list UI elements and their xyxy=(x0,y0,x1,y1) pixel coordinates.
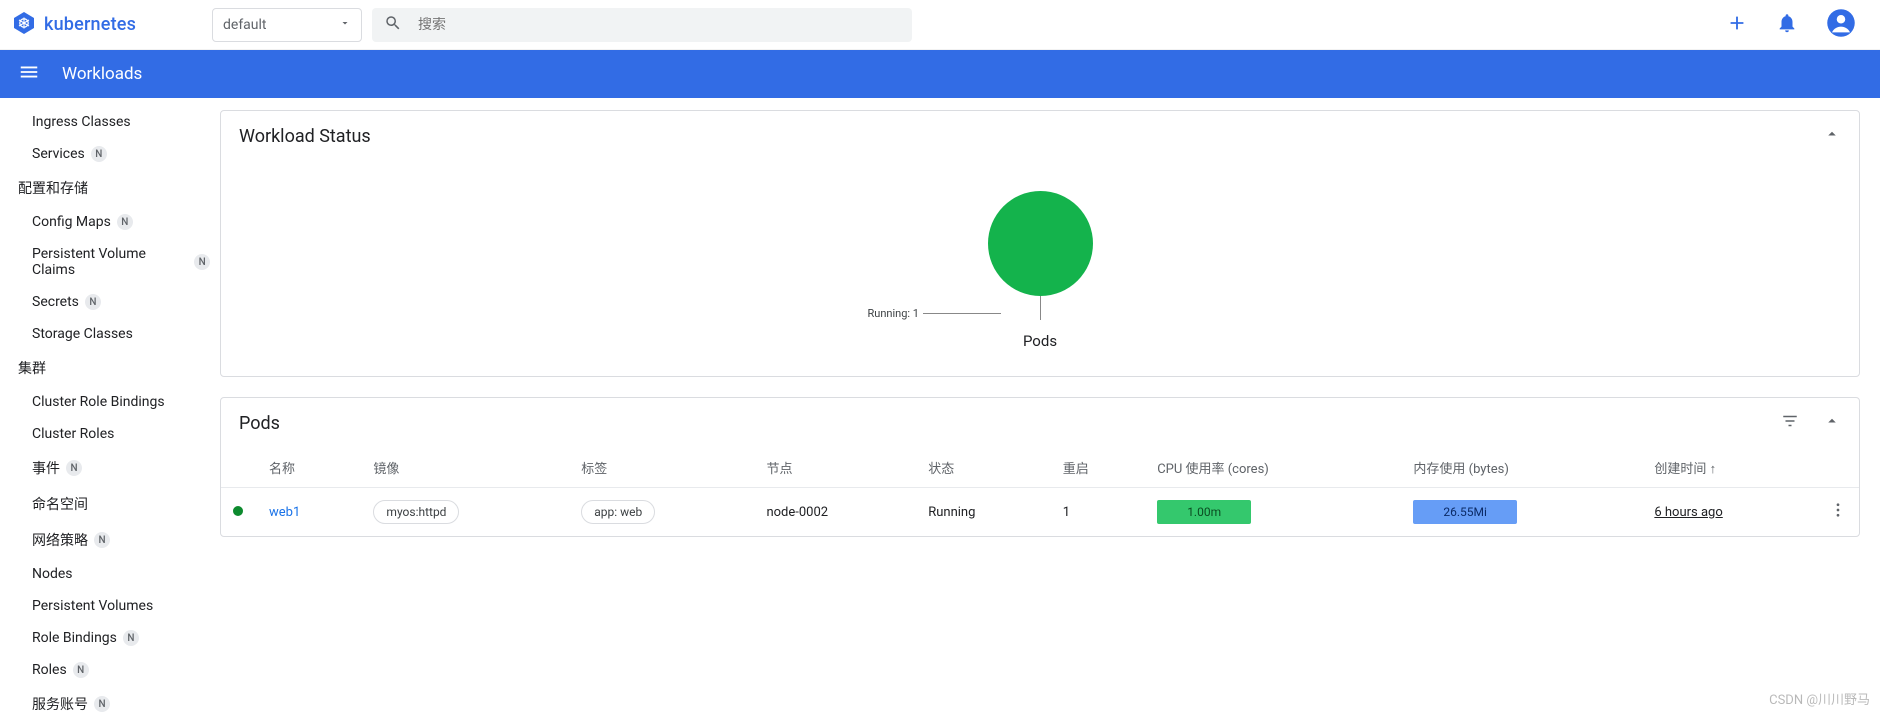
sidebar: Ingress ClassesServicesN配置和存储Config Maps… xyxy=(0,98,210,716)
kubernetes-logo-icon xyxy=(12,11,36,39)
col-name[interactable]: 名称 xyxy=(257,448,361,488)
namespace-badge-icon: N xyxy=(85,294,101,310)
logo[interactable]: kubernetes xyxy=(12,11,212,39)
sidebar-item-label: 事件 xyxy=(32,458,60,478)
collapse-icon[interactable] xyxy=(1823,125,1841,147)
col-node[interactable]: 节点 xyxy=(754,448,916,488)
pod-status: Running xyxy=(916,488,1050,537)
pie-caption: Pods xyxy=(1023,332,1057,350)
logo-text: kubernetes xyxy=(44,14,136,35)
sidebar-item-label: Config Maps xyxy=(32,214,111,230)
row-menu-icon[interactable] xyxy=(1829,508,1847,523)
namespace-badge-icon: N xyxy=(66,460,82,476)
sidebar-item-label: Services xyxy=(32,146,85,162)
namespace-value: default xyxy=(223,17,267,33)
namespace-badge-icon: N xyxy=(194,254,210,270)
namespace-badge-icon: N xyxy=(94,532,110,548)
menu-icon[interactable] xyxy=(18,61,40,88)
col-status[interactable]: 状态 xyxy=(916,448,1050,488)
namespace-badge-icon: N xyxy=(94,696,110,712)
sidebar-section-header: 配置和存储 xyxy=(0,170,210,206)
namespace-badge-icon: N xyxy=(123,630,139,646)
namespace-badge-icon: N xyxy=(91,146,107,162)
cpu-bar: 1.00m xyxy=(1157,500,1251,524)
col-mem[interactable]: 内存使用 (bytes) xyxy=(1401,448,1642,488)
sidebar-item-label: Nodes xyxy=(32,566,73,582)
workload-status-card: Workload Status Running: 1 Pods xyxy=(220,110,1860,377)
table-row: web1 myos:httpd app: web node-0002 Runni… xyxy=(221,488,1859,537)
sidebar-item[interactable]: Role Bindings N xyxy=(0,622,210,654)
pods-status-chart: Running: 1 Pods xyxy=(221,161,1859,376)
search-icon xyxy=(384,14,402,36)
sidebar-item-label: Ingress Classes xyxy=(32,114,131,130)
sidebar-item-label: Role Bindings xyxy=(32,630,117,646)
namespace-badge-icon: N xyxy=(117,214,133,230)
sidebar-item[interactable]: 事件 N xyxy=(0,450,210,486)
page-title: Workloads xyxy=(62,64,142,84)
sidebar-item-label: Persistent Volume Claims xyxy=(32,246,188,278)
sidebar-item[interactable]: Services N xyxy=(0,138,210,170)
col-cpu[interactable]: CPU 使用率 (cores) xyxy=(1145,448,1401,488)
pod-created: 6 hours ago xyxy=(1654,505,1722,520)
col-labels[interactable]: 标签 xyxy=(569,448,754,488)
sidebar-item-label: Persistent Volumes xyxy=(32,598,153,614)
sidebar-item[interactable]: Cluster Roles xyxy=(0,418,210,450)
pod-name-link[interactable]: web1 xyxy=(257,488,361,537)
sidebar-item[interactable]: Cluster Role Bindings xyxy=(0,386,210,418)
search-box[interactable] xyxy=(372,8,912,42)
sidebar-item[interactable]: Config Maps N xyxy=(0,206,210,238)
chevron-down-icon xyxy=(339,17,351,33)
sidebar-item-label: Cluster Roles xyxy=(32,426,114,442)
sidebar-item[interactable]: 命名空间 xyxy=(0,486,210,522)
collapse-icon[interactable] xyxy=(1823,412,1841,434)
sidebar-item[interactable]: 网络策略 N xyxy=(0,522,210,558)
content-area: Workload Status Running: 1 Pods xyxy=(210,98,1880,716)
pie-running-label: Running: 1 xyxy=(868,307,920,320)
workload-status-title: Workload Status xyxy=(239,126,371,147)
user-avatar-icon[interactable] xyxy=(1826,8,1856,42)
pie-leader-label: Running: 1 xyxy=(868,307,1002,320)
mem-bar: 26.55Mi xyxy=(1413,500,1517,524)
pod-restarts: 1 xyxy=(1051,488,1145,537)
sidebar-item-label: 命名空间 xyxy=(32,494,88,514)
sidebar-item[interactable]: Persistent Volumes xyxy=(0,590,210,622)
sidebar-item[interactable]: Storage Classes xyxy=(0,318,210,350)
filter-icon[interactable] xyxy=(1781,412,1799,434)
bell-icon[interactable] xyxy=(1776,12,1798,38)
add-icon[interactable] xyxy=(1726,12,1748,38)
pod-node: node-0002 xyxy=(754,488,916,537)
sidebar-section-header: 集群 xyxy=(0,350,210,386)
col-created[interactable]: 创建时间 ↑ xyxy=(1642,448,1817,488)
pods-table: 名称 镜像 标签 节点 状态 重启 CPU 使用率 (cores) 内存使用 (… xyxy=(221,448,1859,536)
top-bar: kubernetes default xyxy=(0,0,1880,50)
label-chip: app: web xyxy=(581,500,655,524)
status-dot-icon xyxy=(233,506,243,516)
pods-card: Pods 名称 镜像 标签 节点 状态 重启 CPU 使用 xyxy=(220,397,1860,537)
namespace-select[interactable]: default xyxy=(212,8,362,42)
sidebar-item-label: 网络策略 xyxy=(32,530,88,550)
sidebar-item-label: 配置和存储 xyxy=(18,178,88,198)
sidebar-item[interactable]: Roles N xyxy=(0,654,210,686)
sidebar-item-label: 服务账号 xyxy=(32,694,88,714)
pods-card-title: Pods xyxy=(239,413,280,434)
sidebar-item-label: Roles xyxy=(32,662,67,678)
sidebar-item-label: Cluster Role Bindings xyxy=(32,394,165,410)
sidebar-item-label: Storage Classes xyxy=(32,326,133,342)
sidebar-item-label: 集群 xyxy=(18,358,46,378)
sidebar-item[interactable]: Nodes xyxy=(0,558,210,590)
col-restarts[interactable]: 重启 xyxy=(1051,448,1145,488)
sidebar-item[interactable]: Ingress Classes xyxy=(0,106,210,138)
namespace-badge-icon: N xyxy=(73,662,89,678)
sidebar-item[interactable]: Persistent Volume Claims N xyxy=(0,238,210,286)
sidebar-item-label: Secrets xyxy=(32,294,79,310)
sidebar-item[interactable]: 服务账号 N xyxy=(0,686,210,716)
top-icons xyxy=(1726,8,1868,42)
col-image[interactable]: 镜像 xyxy=(361,448,569,488)
pods-pie xyxy=(988,191,1093,296)
search-input[interactable] xyxy=(418,17,900,33)
section-header: Workloads xyxy=(0,50,1880,98)
image-chip: myos:httpd xyxy=(373,500,459,524)
watermark: CSDN @川川野马 xyxy=(1769,689,1870,708)
sidebar-item[interactable]: Secrets N xyxy=(0,286,210,318)
